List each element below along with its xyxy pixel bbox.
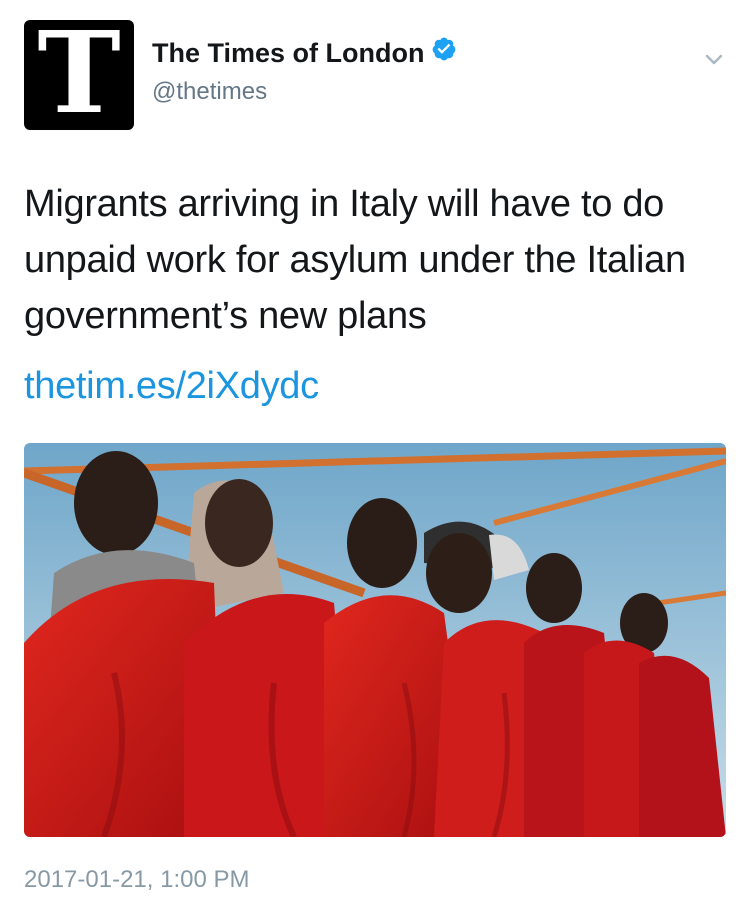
avatar[interactable]: T: [24, 20, 134, 130]
tweet-link[interactable]: thetim.es/2iXdydc: [24, 358, 319, 414]
display-name-row[interactable]: The Times of London: [152, 38, 457, 69]
tweet-photo[interactable]: [24, 443, 726, 837]
tweet-timestamp[interactable]: 2017-01-21, 1:00 PM: [24, 866, 249, 894]
verified-badge-icon: [431, 36, 457, 69]
avatar-logo-letter: T: [37, 20, 121, 130]
handle[interactable]: @thetimes: [152, 78, 267, 106]
display-name[interactable]: The Times of London: [152, 38, 425, 68]
photo-illustration: [24, 443, 726, 837]
chevron-down-icon[interactable]: [699, 44, 729, 74]
tweet-text: Migrants arriving in Italy will have to …: [24, 183, 686, 337]
